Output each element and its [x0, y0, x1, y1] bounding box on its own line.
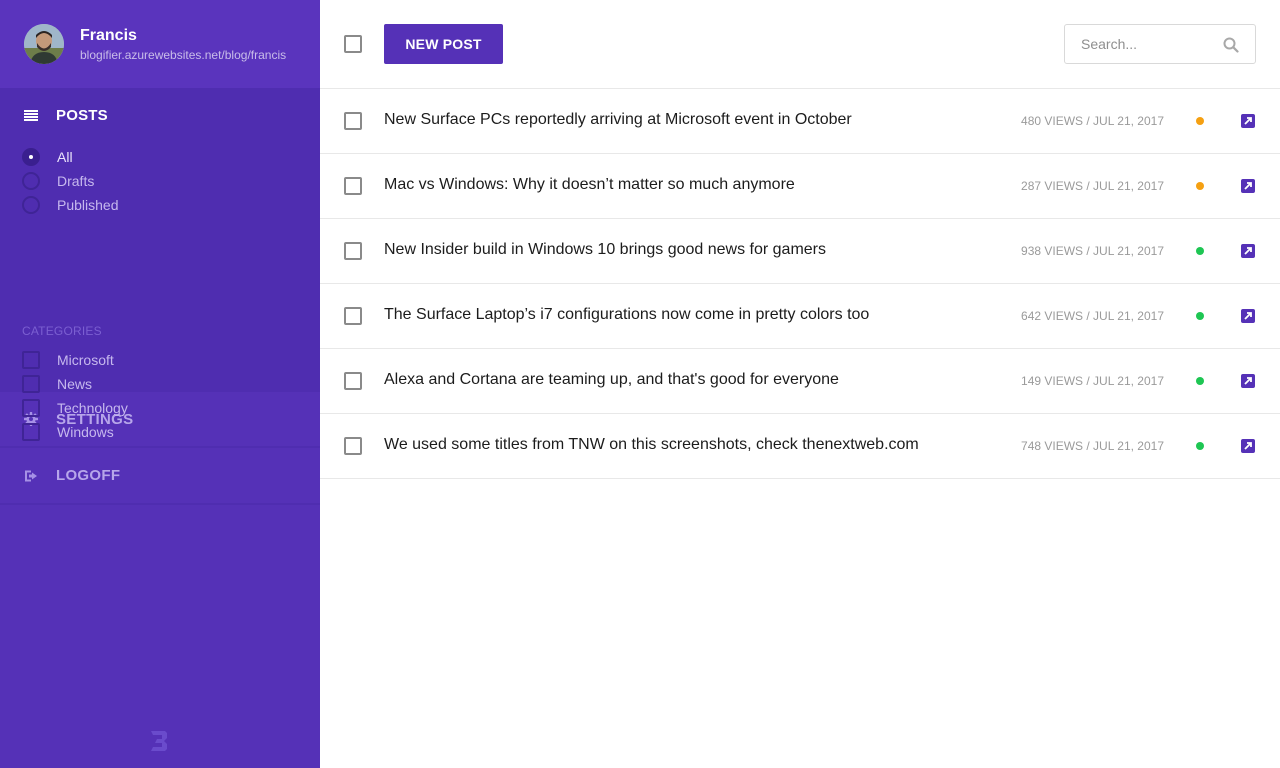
toolbar: NEW POST — [320, 0, 1280, 89]
category-technology[interactable]: Technology — [22, 396, 128, 420]
filter-label: All — [57, 149, 73, 165]
category-microsoft[interactable]: Microsoft — [22, 348, 128, 372]
avatar[interactable] — [24, 24, 64, 64]
post-row: New Insider build in Windows 10 brings g… — [320, 219, 1280, 284]
post-meta: 938 VIEWS / JUL 21, 2017 — [1021, 244, 1164, 258]
search-icon[interactable] — [1223, 37, 1239, 53]
logoff-nav[interactable]: LOGOFF — [0, 446, 320, 505]
list-icon — [24, 109, 38, 122]
post-list: New Surface PCs reportedly arriving at M… — [320, 89, 1280, 479]
user-profile[interactable]: Francis blogifier.azurewebsites.net/blog… — [0, 0, 320, 88]
post-checkbox[interactable] — [344, 372, 362, 390]
category-checkbox[interactable] — [22, 375, 40, 393]
post-meta: 748 VIEWS / JUL 21, 2017 — [1021, 439, 1164, 453]
category-label: News — [57, 376, 93, 392]
post-meta: 642 VIEWS / JUL 21, 2017 — [1021, 309, 1164, 323]
category-news[interactable]: News — [22, 372, 128, 396]
radio-button[interactable] — [22, 172, 40, 190]
external-link-icon[interactable] — [1241, 439, 1255, 453]
filter-label: Published — [57, 197, 119, 213]
user-name: Francis — [80, 26, 137, 44]
filter-label: Drafts — [57, 173, 95, 189]
external-link-icon[interactable] — [1241, 114, 1255, 128]
post-row: The Surface Laptop’s i7 configurations n… — [320, 284, 1280, 349]
post-checkbox[interactable] — [344, 242, 362, 260]
search-box[interactable] — [1064, 24, 1256, 64]
radio-button[interactable] — [22, 148, 40, 166]
categories-title: CATEGORIES — [22, 324, 102, 338]
filter-all[interactable]: All — [22, 145, 119, 169]
status-dot-draft — [1196, 182, 1204, 190]
external-link-icon[interactable] — [1241, 244, 1255, 258]
category-label: Technology — [57, 400, 128, 416]
post-checkbox[interactable] — [344, 112, 362, 130]
post-checkbox[interactable] — [344, 437, 362, 455]
post-row: New Surface PCs reportedly arriving at M… — [320, 89, 1280, 154]
logoff-label: LOGOFF — [56, 467, 121, 484]
post-row: Alexa and Cortana are teaming up, and th… — [320, 349, 1280, 414]
post-title[interactable]: Mac vs Windows: Why it doesn’t matter so… — [384, 176, 795, 194]
post-meta: 149 VIEWS / JUL 21, 2017 — [1021, 374, 1164, 388]
post-filter-list: All Drafts Published — [22, 145, 119, 217]
status-dot-published — [1196, 312, 1204, 320]
sign-out-icon — [24, 469, 38, 483]
new-post-button[interactable]: NEW POST — [384, 24, 503, 64]
status-dot-draft — [1196, 117, 1204, 125]
post-title[interactable]: New Insider build in Windows 10 brings g… — [384, 241, 826, 259]
category-label: Microsoft — [57, 352, 114, 368]
post-title[interactable]: We used some titles from TNW on this scr… — [384, 436, 919, 454]
category-checkbox[interactable] — [22, 351, 40, 369]
external-link-icon[interactable] — [1241, 179, 1255, 193]
filter-published[interactable]: Published — [22, 193, 119, 217]
category-checkbox[interactable] — [22, 399, 40, 417]
status-dot-published — [1196, 442, 1204, 450]
external-link-icon[interactable] — [1241, 374, 1255, 388]
post-meta: 480 VIEWS / JUL 21, 2017 — [1021, 114, 1164, 128]
filter-drafts[interactable]: Drafts — [22, 169, 119, 193]
post-row: We used some titles from TNW on this scr… — [320, 414, 1280, 479]
category-list: Microsoft News Technology Windows — [22, 348, 128, 444]
sidebar: Francis blogifier.azurewebsites.net/blog… — [0, 0, 320, 768]
post-checkbox[interactable] — [344, 307, 362, 325]
category-windows[interactable]: Windows — [22, 420, 128, 444]
post-meta: 287 VIEWS / JUL 21, 2017 — [1021, 179, 1164, 193]
external-link-icon[interactable] — [1241, 309, 1255, 323]
post-title[interactable]: Alexa and Cortana are teaming up, and th… — [384, 371, 839, 389]
status-dot-published — [1196, 377, 1204, 385]
select-all-checkbox[interactable] — [344, 35, 362, 53]
category-checkbox[interactable] — [22, 423, 40, 441]
post-title[interactable]: The Surface Laptop’s i7 configurations n… — [384, 306, 869, 324]
main-content: NEW POST New Surface PCs reportedly arri… — [320, 0, 1280, 768]
status-dot-published — [1196, 247, 1204, 255]
posts-section: POSTS All Drafts Published CATEGORIES Mi… — [0, 88, 320, 441]
category-label: Windows — [57, 424, 114, 440]
radio-button[interactable] — [22, 196, 40, 214]
blogifier-logo-icon — [148, 728, 172, 754]
post-checkbox[interactable] — [344, 177, 362, 195]
blog-url[interactable]: blogifier.azurewebsites.net/blog/francis — [80, 48, 286, 62]
post-title[interactable]: New Surface PCs reportedly arriving at M… — [384, 111, 852, 129]
posts-label: POSTS — [56, 107, 108, 124]
post-row: Mac vs Windows: Why it doesn’t matter so… — [320, 154, 1280, 219]
posts-nav[interactable]: POSTS — [24, 107, 108, 124]
search-input[interactable] — [1081, 36, 1221, 52]
